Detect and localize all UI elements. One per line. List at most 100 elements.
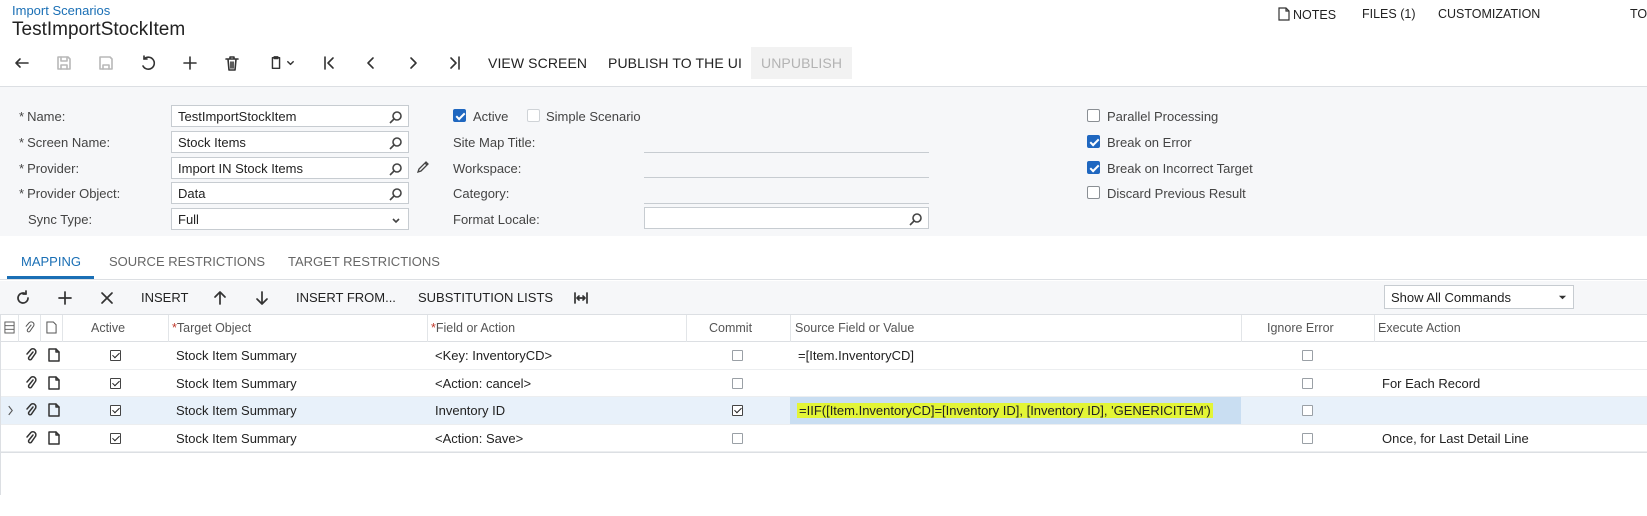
column-header-execute-action[interactable]: Execute Action bbox=[1378, 321, 1461, 335]
workspace-field[interactable] bbox=[644, 177, 929, 178]
delete-row-button[interactable] bbox=[97, 288, 117, 308]
discard-previous-result-checkbox[interactable] bbox=[1087, 186, 1100, 199]
cancel-button[interactable] bbox=[135, 52, 161, 74]
tools-button[interactable]: TO bbox=[1630, 7, 1647, 21]
first-record-button[interactable] bbox=[316, 52, 342, 74]
field-or-action-cell[interactable]: <Action: Save> bbox=[435, 431, 523, 446]
field-or-action-cell[interactable]: <Action: cancel> bbox=[435, 376, 531, 391]
break-on-error-checkbox[interactable] bbox=[1087, 135, 1100, 148]
note-icon[interactable] bbox=[47, 348, 61, 362]
move-down-button[interactable] bbox=[252, 288, 272, 308]
insert-button[interactable]: INSERT bbox=[141, 290, 188, 305]
break-on-incorrect-target-checkbox[interactable] bbox=[1087, 161, 1100, 174]
grid-settings-icon[interactable] bbox=[4, 321, 15, 337]
back-button[interactable] bbox=[9, 52, 35, 74]
category-field[interactable] bbox=[644, 203, 929, 204]
attach-icon[interactable] bbox=[24, 430, 38, 445]
table-row[interactable]: Stock Item Summary <Key: InventoryCD> =[… bbox=[0, 342, 1647, 370]
notes-button[interactable]: NOTES bbox=[1278, 7, 1336, 22]
field-or-action-cell[interactable]: Inventory ID bbox=[435, 403, 505, 418]
row-active-checkbox[interactable] bbox=[110, 350, 121, 361]
provider-value: Import IN Stock Items bbox=[178, 161, 303, 176]
refresh-button[interactable] bbox=[13, 288, 33, 308]
column-header-ignore-error[interactable]: Ignore Error bbox=[1267, 321, 1334, 335]
sync-type-select[interactable]: Full bbox=[171, 208, 409, 230]
attach-icon[interactable] bbox=[24, 403, 38, 417]
publish-to-ui-button[interactable]: PUBLISH TO THE UI bbox=[608, 55, 742, 71]
column-header-active[interactable]: Active bbox=[91, 321, 125, 335]
save-close-button[interactable] bbox=[93, 52, 119, 74]
source-field-cell[interactable]: =IIF([Item.InventoryCD]=[Inventory ID], … bbox=[797, 403, 1213, 418]
name-field[interactable]: TestImportStockItem bbox=[171, 105, 409, 127]
last-record-button[interactable] bbox=[442, 52, 468, 74]
fit-columns-button[interactable] bbox=[571, 288, 591, 308]
execute-action-cell[interactable]: For Each Record bbox=[1382, 376, 1480, 391]
search-icon[interactable] bbox=[909, 212, 923, 226]
table-row[interactable]: Stock Item Summary Inventory ID =IIF([It… bbox=[0, 397, 1647, 425]
delete-button[interactable] bbox=[219, 52, 245, 74]
substitution-lists-button[interactable]: SUBSTITUTION LISTS bbox=[418, 290, 553, 305]
column-header-field-or-action[interactable]: *Field or Action bbox=[431, 321, 515, 335]
execute-action-cell[interactable]: Once, for Last Detail Line bbox=[1382, 431, 1529, 446]
chevron-right-icon bbox=[410, 57, 417, 69]
table-row[interactable]: Stock Item Summary <Action: Save> Once, … bbox=[0, 425, 1647, 452]
note-icon[interactable] bbox=[47, 430, 61, 445]
row-ignore-error-checkbox[interactable] bbox=[1302, 405, 1313, 416]
column-header-target-object[interactable]: *Target Object bbox=[172, 321, 251, 335]
note-icon[interactable] bbox=[47, 403, 61, 417]
attach-icon[interactable] bbox=[24, 375, 38, 390]
format-locale-label: Format Locale: bbox=[453, 212, 540, 227]
customization-button[interactable]: CUSTOMIZATION bbox=[1438, 7, 1540, 21]
row-active-checkbox[interactable] bbox=[110, 377, 121, 389]
tab-source-restrictions[interactable]: SOURCE RESTRICTIONS bbox=[109, 254, 265, 269]
search-icon[interactable] bbox=[389, 162, 403, 176]
site-map-title-field[interactable] bbox=[644, 152, 929, 153]
row-commit-checkbox[interactable] bbox=[732, 405, 743, 416]
row-commit-checkbox[interactable] bbox=[732, 350, 743, 361]
view-screen-button[interactable]: VIEW SCREEN bbox=[488, 55, 587, 71]
commands-filter-select[interactable]: Show All Commands bbox=[1384, 285, 1574, 309]
move-up-button[interactable] bbox=[210, 288, 230, 308]
previous-record-button[interactable] bbox=[358, 52, 384, 74]
source-field-cell[interactable]: =[Item.InventoryCD] bbox=[798, 348, 914, 363]
table-row[interactable]: Stock Item Summary <Action: cancel> For … bbox=[0, 370, 1647, 397]
target-object-cell[interactable]: Stock Item Summary bbox=[176, 403, 297, 418]
column-header-source-field-or-value[interactable]: Source Field or Value bbox=[795, 321, 914, 335]
format-locale-field[interactable] bbox=[644, 207, 929, 229]
field-or-action-cell[interactable]: <Key: InventoryCD> bbox=[435, 348, 552, 363]
row-ignore-error-checkbox[interactable] bbox=[1302, 350, 1313, 361]
tab-target-restrictions[interactable]: TARGET RESTRICTIONS bbox=[288, 254, 440, 269]
row-active-checkbox[interactable] bbox=[110, 432, 121, 444]
attach-icon[interactable] bbox=[24, 348, 38, 362]
files-button[interactable]: FILES (1) bbox=[1362, 7, 1416, 21]
row-ignore-error-checkbox[interactable] bbox=[1302, 377, 1313, 389]
row-ignore-error-checkbox[interactable] bbox=[1302, 432, 1313, 444]
simple-scenario-checkbox[interactable] bbox=[527, 109, 540, 122]
active-checkbox[interactable] bbox=[453, 109, 466, 122]
insert-from-button[interactable]: INSERT FROM... bbox=[296, 290, 396, 305]
screen-name-field[interactable]: Stock Items bbox=[171, 131, 409, 153]
breadcrumb-import-scenarios[interactable]: Import Scenarios bbox=[12, 3, 110, 18]
next-record-button[interactable] bbox=[400, 52, 426, 74]
tab-mapping[interactable]: MAPPING bbox=[21, 254, 81, 269]
row-commit-checkbox[interactable] bbox=[732, 432, 743, 444]
edit-pencil-icon[interactable] bbox=[416, 160, 430, 174]
save-button[interactable] bbox=[51, 52, 77, 74]
clipboard-button[interactable] bbox=[263, 52, 299, 74]
note-icon[interactable] bbox=[47, 375, 61, 390]
provider-field[interactable]: Import IN Stock Items bbox=[171, 157, 409, 179]
target-object-cell[interactable]: Stock Item Summary bbox=[176, 348, 297, 363]
parallel-processing-checkbox[interactable] bbox=[1087, 109, 1100, 122]
column-header-commit[interactable]: Commit bbox=[709, 321, 752, 335]
search-icon[interactable] bbox=[389, 110, 403, 124]
provider-object-field[interactable]: Data bbox=[171, 182, 409, 204]
target-object-cell[interactable]: Stock Item Summary bbox=[176, 376, 297, 391]
row-commit-checkbox[interactable] bbox=[732, 377, 743, 389]
row-active-checkbox[interactable] bbox=[110, 405, 121, 416]
target-object-cell[interactable]: Stock Item Summary bbox=[176, 431, 297, 446]
search-icon[interactable] bbox=[389, 136, 403, 150]
unpublish-button[interactable]: UNPUBLISH bbox=[751, 47, 853, 79]
search-icon[interactable] bbox=[389, 187, 403, 201]
add-button[interactable] bbox=[177, 52, 203, 74]
add-row-button[interactable] bbox=[55, 288, 75, 308]
